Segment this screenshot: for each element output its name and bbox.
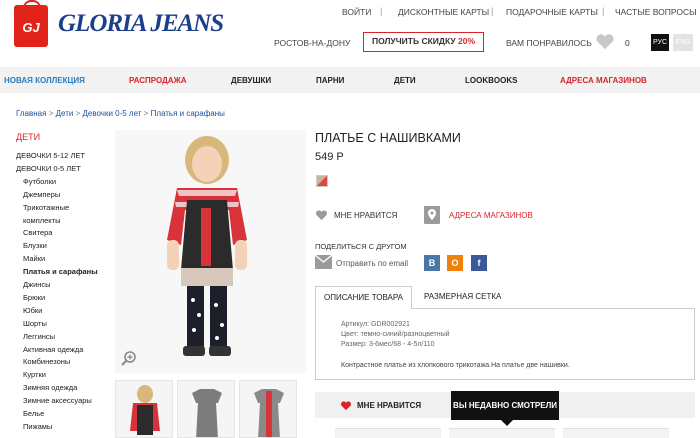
sidebar-item[interactable]: Юбки [23,306,42,315]
nav-kids[interactable]: ДЕТИ [394,76,416,85]
sidebar-item[interactable]: ДЕВОЧКИ 5-12 ЛЕТ [16,151,85,160]
breadcrumb-kids[interactable]: Дети [56,109,74,118]
nav-boys[interactable]: ПАРНИ [316,76,344,85]
nav-girls[interactable]: ДЕВУШКИ [231,76,271,85]
sidebar-item[interactable]: Шорты [23,319,47,328]
product-thumbnail[interactable] [239,380,297,438]
favorites-count: 0 [625,38,630,48]
store-addresses-link[interactable]: АДРЕСА МАГАЗИНОВ [449,211,533,220]
login-link[interactable]: ВОЙТИ [342,7,371,17]
breadcrumb-girls-0-5[interactable]: Девочки 0-5 лет [82,109,141,118]
sidebar-item[interactable]: Леггинсы [23,332,55,341]
fb-share-icon[interactable]: f [471,255,487,271]
faq-link[interactable]: ЧАСТЫЕ ВОПРОСЫ [615,7,697,17]
separator: | [491,6,494,16]
breadcrumb-separator: > [48,109,54,118]
tab-size-chart[interactable]: РАЗМЕРНАЯ СЕТКА [424,292,501,301]
sidebar-item[interactable]: ДЕВОЧКИ 0-5 ЛЕТ [16,164,81,173]
envelope-icon[interactable] [315,255,332,269]
email-share-link[interactable]: Отправить по email [336,259,408,268]
heart-icon[interactable] [594,34,616,50]
color-swatch[interactable] [316,175,328,187]
get-discount-button[interactable]: ПОЛУЧИТЬ СКИДКУ 20% [363,32,484,52]
nav-new-collection[interactable]: НОВАЯ КОЛЛЕКЦИЯ [4,76,85,85]
sidebar-item[interactable]: Блузки [23,241,47,250]
tab-description[interactable]: ОПИСАНИЕ ТОВАРА [315,286,412,309]
sidebar-item[interactable]: комплекты [23,216,61,225]
lang-en-button[interactable]: ENG [673,34,693,51]
lang-ru-button[interactable]: РУС [651,34,669,51]
favorites-link[interactable]: ВАМ ПОНРАВИЛОСЬ [506,38,592,48]
recent-item[interactable] [449,428,555,438]
logo-text[interactable]: GLORIA JEANS [58,10,224,38]
breadcrumb-separator: > [143,109,149,118]
sidebar-item[interactable]: Свитера [23,228,52,237]
discount-cards-link[interactable]: ДИСКОНТНЫЕ КАРТЫ [398,7,489,17]
product-description: Контрастное платье из хлопкового трикота… [341,362,570,369]
gift-cards-link[interactable]: ПОДАРОЧНЫЕ КАРТЫ [506,7,598,17]
product-size: Размер: 3-6мес/68 - 4-5л/110 [341,341,435,348]
recent-item[interactable] [335,428,441,438]
heart-icon [340,401,352,411]
product-color: Цвет: темно-синий/разноцветный [341,331,450,338]
sidebar-item[interactable]: Куртки [23,370,46,379]
product-title: ПЛАТЬЕ С НАШИВКАМИ [315,131,461,145]
sidebar-item[interactable]: Джинсы [23,280,51,289]
map-pin-icon[interactable] [424,206,440,224]
product-thumbnail[interactable] [177,380,235,438]
sidebar-item[interactable]: Майки [23,254,45,263]
sidebar-item[interactable]: Брюки [23,293,45,302]
separator: | [602,6,605,16]
discount-value: 20% [458,36,476,46]
breadcrumb-separator: > [75,109,81,118]
logo-bag-icon[interactable]: GJ [14,0,48,47]
like-button[interactable]: МНЕ НРАВИТСЯ [334,211,397,220]
product-thumbnail[interactable] [115,380,173,438]
sidebar-item[interactable]: Трикотажные [23,203,69,212]
tab-liked[interactable]: МНЕ НРАВИТСЯ [357,401,421,410]
discount-label: ПОЛУЧИТЬ СКИДКУ [371,36,456,46]
nav-lookbooks[interactable]: LOOKBOOKS [465,76,517,85]
article-number: Артикул: GDR002921 [341,321,410,328]
sidebar-item[interactable]: Платья и сарафаны [23,267,98,276]
sidebar-title: ДЕТИ [16,132,41,142]
product-main-image[interactable] [115,130,306,373]
heart-icon[interactable] [315,210,328,221]
sidebar-item[interactable]: Активная одежда [23,345,83,354]
nav-store-addresses[interactable]: АДРЕСА МАГАЗИНОВ [560,76,647,85]
sidebar-item[interactable]: Футболки [23,177,56,186]
city-selector[interactable]: РОСТОВ-НА-ДОНУ [274,38,350,48]
tab-recently-viewed[interactable]: ВЫ НЕДАВНО СМОТРЕЛИ [451,391,559,426]
breadcrumb-dresses[interactable]: Платья и сарафаны [151,109,225,118]
separator: | [380,6,383,16]
ok-share-icon[interactable]: О [447,255,463,271]
vk-share-icon[interactable]: В [424,255,440,271]
sidebar-item[interactable]: Зимние аксессуары [23,396,92,405]
sidebar-item[interactable]: Пижамы [23,422,52,431]
nav-sale[interactable]: РАСПРОДАЖА [129,76,187,85]
sidebar-item[interactable]: Комбинезоны [23,357,70,366]
recent-item[interactable] [563,428,669,438]
breadcrumb-home[interactable]: Главная [16,109,46,118]
share-label: ПОДЕЛИТЬСЯ С ДРУГОМ [315,242,407,251]
breadcrumb: Главная > Дети > Девочки 0-5 лет > Плать… [16,109,225,118]
product-price: 549 Р [315,151,344,163]
sidebar-item[interactable]: Зимняя одежда [23,383,77,392]
sidebar-item[interactable]: Джемперы [23,190,60,199]
zoom-icon[interactable] [121,350,137,366]
sidebar-item[interactable]: Белье [23,409,44,418]
